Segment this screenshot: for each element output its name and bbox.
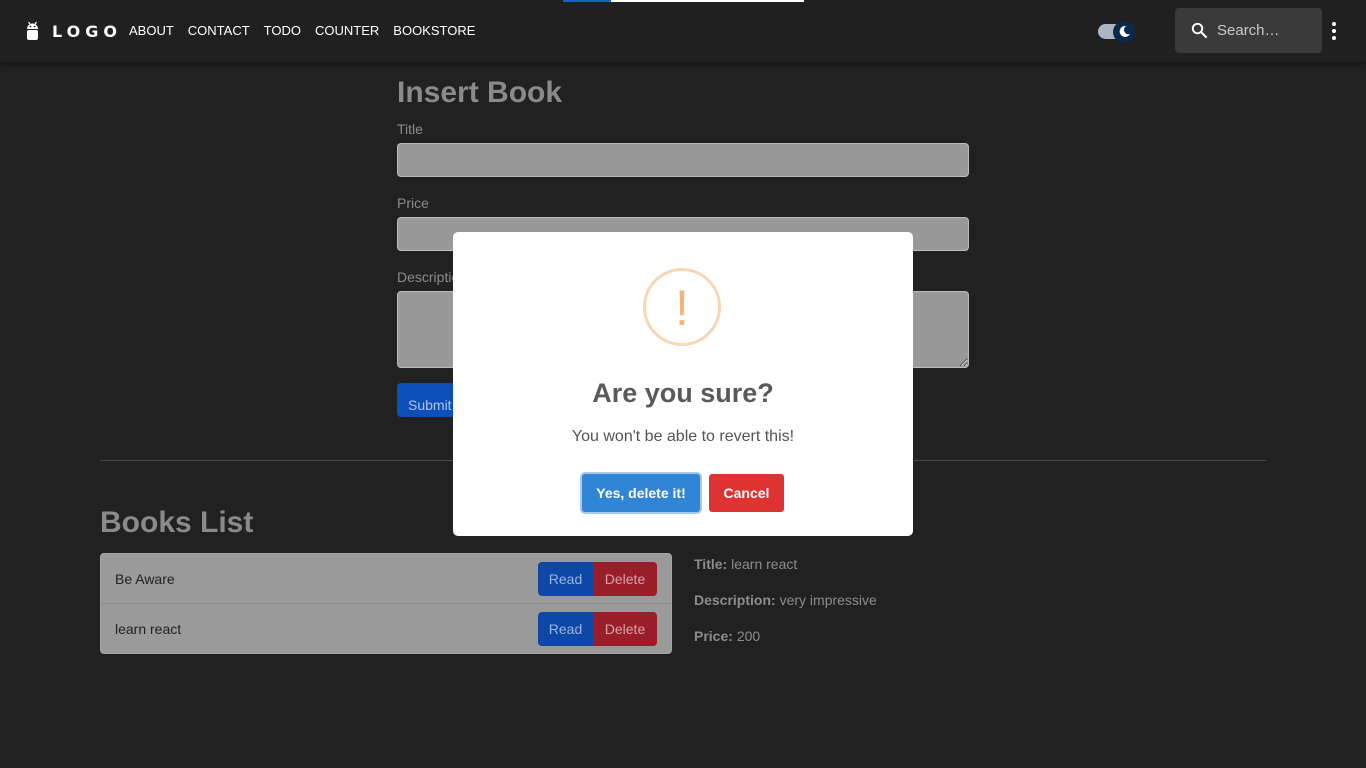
warning-icon: ! <box>643 268 721 346</box>
progress-fill <box>563 0 611 2</box>
warning-glyph: ! <box>675 280 689 336</box>
confirm-delete-button[interactable]: Yes, delete it! <box>582 474 700 512</box>
cancel-button[interactable]: Cancel <box>709 474 784 512</box>
loading-progress-bar <box>563 0 804 2</box>
modal-overlay[interactable]: ! Are you sure? You won't be able to rev… <box>0 0 1366 768</box>
confirm-dialog: ! Are you sure? You won't be able to rev… <box>453 232 913 536</box>
dialog-title: Are you sure? <box>592 378 774 408</box>
dialog-text: You won't be able to revert this! <box>571 428 795 445</box>
